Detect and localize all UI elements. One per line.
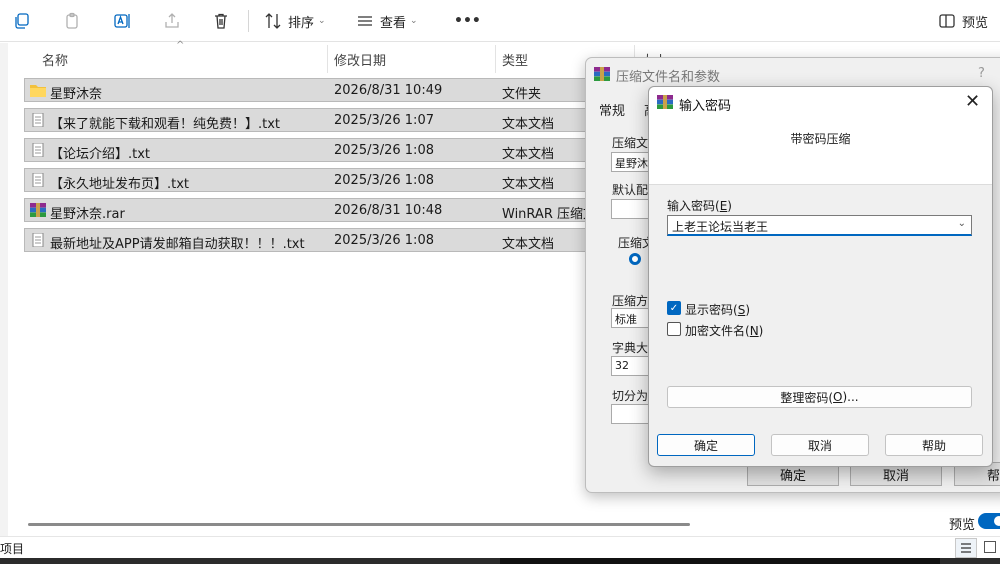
file-date: 2026/8/31 10:48 <box>334 203 443 218</box>
organize-passwords-button[interactable]: 整理密码(O)... <box>667 386 972 408</box>
status-bar: 项目 <box>0 536 1000 558</box>
preview-pane-icon <box>939 14 955 28</box>
dictionary-size-label: 字典大 <box>612 341 649 355</box>
file-type: WinRAR 压缩文 <box>502 207 596 222</box>
text-file-icon <box>32 113 44 127</box>
tiles-view-button[interactable] <box>984 541 996 553</box>
password-dialog-header: 带密码压缩 <box>649 117 992 185</box>
view-label: 查看 <box>380 15 407 31</box>
trash-icon <box>215 13 227 29</box>
file-type: 文本文档 <box>502 177 555 192</box>
file-date: 2025/3/26 1:08 <box>334 173 434 188</box>
chevron-down-icon: ⌄ <box>318 16 326 26</box>
column-divider[interactable] <box>495 45 496 73</box>
preview-toggle-label: 预览 <box>949 518 976 533</box>
share-icon <box>165 13 179 28</box>
column-header-name[interactable]: 名称 <box>42 50 68 69</box>
text-file-icon <box>32 173 44 187</box>
file-name: 【永久地址发布页】.txt <box>50 177 190 192</box>
profiles-button[interactable] <box>611 199 651 219</box>
archive-name-input[interactable]: 星野沐 <box>611 152 651 172</box>
password-label: 输入密码(E) <box>667 199 732 213</box>
compression-method-select[interactable]: 标准 <box>611 308 651 328</box>
column-divider[interactable] <box>327 45 328 73</box>
split-volume-label: 切分为 <box>612 389 649 403</box>
archive-name-label: 压缩文 <box>612 136 649 150</box>
encrypt-filenames-label[interactable]: 加密文件名(N) <box>685 322 763 339</box>
file-date: 2025/3/26 1:08 <box>334 143 434 158</box>
rename-icon <box>114 14 130 28</box>
chevron-down-icon[interactable]: ⌄ <box>958 218 966 229</box>
password-value: 上老王论坛当老王 <box>672 220 769 234</box>
preview-toggle[interactable] <box>978 513 1000 529</box>
share-button[interactable] <box>160 8 184 34</box>
sort-label: 排序 <box>288 15 315 31</box>
sort-ascending-icon: ^ <box>176 40 185 51</box>
text-file-icon <box>32 233 44 247</box>
view-icon <box>358 16 372 26</box>
file-type: 文本文档 <box>502 147 555 162</box>
more-button[interactable]: ••• <box>454 8 481 34</box>
show-password-label[interactable]: 显示密码(S) <box>685 301 750 318</box>
folder-icon <box>30 85 46 97</box>
navigation-pane-edge <box>0 43 8 540</box>
sort-button[interactable]: 排序 ⌄ <box>264 8 326 34</box>
delete-button[interactable] <box>209 8 233 34</box>
item-count-label: 项目 <box>0 542 25 556</box>
password-dialog-title: 输入密码 <box>679 99 732 114</box>
help-button[interactable]: 帮助 <box>885 434 983 456</box>
file-name: 星野沐奈.rar <box>50 207 125 222</box>
encrypt-filenames-checkbox[interactable] <box>667 322 681 336</box>
split-volume-input[interactable] <box>611 404 651 424</box>
rename-button[interactable] <box>110 8 134 34</box>
archive-dialog-title: 压缩文件名和参数 <box>616 70 721 85</box>
file-type: 文本文档 <box>502 237 555 252</box>
dictionary-size-select[interactable]: 32 <box>611 356 651 376</box>
cancel-button[interactable]: 取消 <box>771 434 869 456</box>
taskbar-app[interactable] <box>500 558 940 564</box>
default-profile-label: 默认配 <box>612 183 649 197</box>
winrar-icon <box>657 95 673 109</box>
taskbar <box>0 558 1000 564</box>
file-type: 文本文档 <box>502 117 555 132</box>
file-name: 【论坛介绍】.txt <box>50 147 151 162</box>
file-date: 2025/3/26 1:08 <box>334 233 434 248</box>
close-icon[interactable]: ✕ <box>965 91 980 112</box>
preview-label: 预览 <box>962 15 989 31</box>
file-name: 【来了就能下载和观看！纯免费！】.txt <box>50 117 281 132</box>
winrar-icon <box>30 203 46 217</box>
help-icon[interactable]: ? <box>978 66 985 81</box>
sort-icon <box>265 13 281 29</box>
view-button[interactable]: 查看 ⌄ <box>356 8 418 34</box>
horizontal-scrollbar[interactable] <box>28 523 690 526</box>
file-date: 2026/8/31 10:49 <box>334 83 443 98</box>
details-view-button[interactable] <box>955 538 977 558</box>
column-header-date[interactable]: 修改日期 <box>334 50 386 69</box>
password-dialog: 输入密码 ✕ 带密码压缩 输入密码(E) 上老王论坛当老王 ⌄ ✓ 显示密码(S… <box>648 86 993 467</box>
copy-icon <box>15 13 29 29</box>
file-type: 文件夹 <box>502 87 542 102</box>
column-header-type[interactable]: 类型 <box>502 50 528 69</box>
password-dialog-heading: 带密码压缩 <box>790 132 851 146</box>
file-name: 最新地址及APP请发邮箱自动获取！！！.txt <box>50 237 305 252</box>
format-radio[interactable] <box>629 253 641 265</box>
show-password-checkbox[interactable]: ✓ <box>667 301 681 315</box>
chevron-down-icon: ⌄ <box>410 16 418 26</box>
compression-method-label: 压缩方 <box>612 294 649 308</box>
toolbar-separator <box>248 10 249 32</box>
explorer-toolbar: 排序 ⌄ 查看 ⌄ ••• 预览 <box>0 0 1000 42</box>
preview-pane-button[interactable]: 预览 <box>938 8 988 34</box>
tab-general[interactable]: 常规 <box>599 100 625 119</box>
text-file-icon <box>32 143 44 157</box>
paste-button[interactable] <box>60 8 84 34</box>
password-input[interactable]: 上老王论坛当老王 ⌄ <box>667 215 972 236</box>
file-name: 星野沐奈 <box>50 87 103 102</box>
details-view-icon <box>961 543 971 553</box>
file-date: 2025/3/26 1:07 <box>334 113 434 128</box>
paste-icon <box>66 12 78 29</box>
ok-button[interactable]: 确定 <box>657 434 755 456</box>
copy-button[interactable] <box>10 8 34 34</box>
winrar-icon <box>594 67 610 81</box>
password-dialog-titlebar[interactable]: 输入密码 ✕ <box>649 87 992 117</box>
